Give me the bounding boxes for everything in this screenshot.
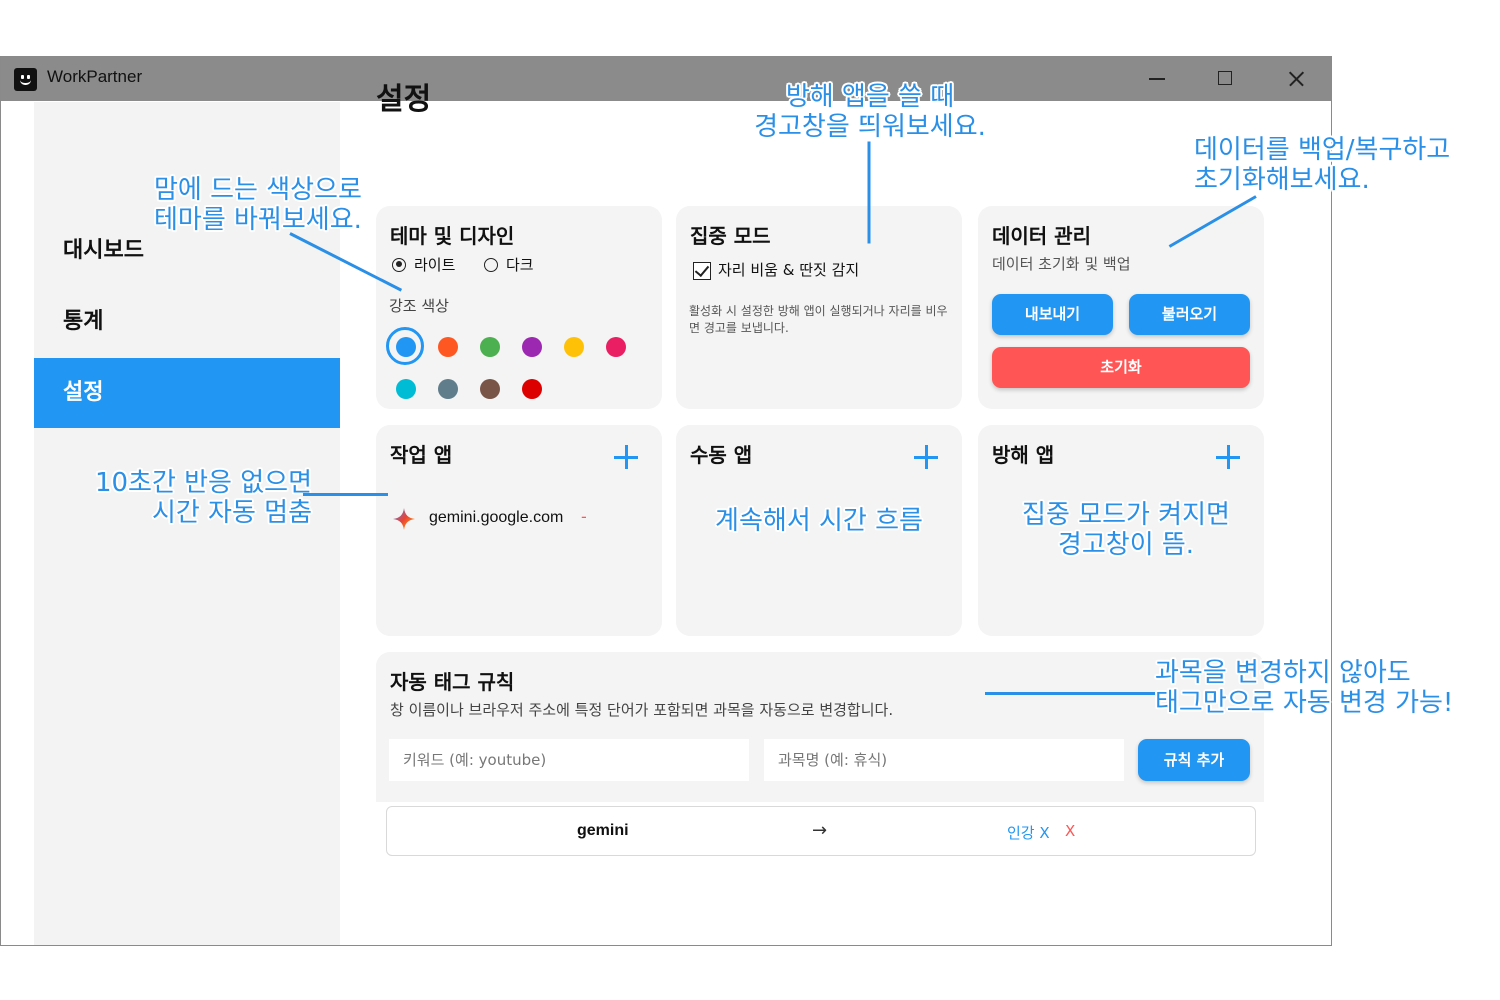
block-apps-title: 방해 앱 bbox=[992, 443, 1055, 467]
annotation-idle-line1: 10초간 반응 없으면 bbox=[94, 468, 312, 498]
data-card-subtitle: 데이터 초기화 및 백업 bbox=[992, 255, 1131, 273]
theme-dark-label: 다크 bbox=[506, 256, 534, 274]
title-bar[interactable]: WorkPartner bbox=[1, 57, 1331, 101]
annotation-data: 데이터를 백업/복구하고 초기화해보세요. bbox=[1194, 135, 1450, 195]
color-swatch[interactable] bbox=[564, 337, 584, 357]
accent-color-label: 강조 색상 bbox=[389, 297, 449, 315]
detect-checkbox-label: 자리 비움 & 딴짓 감지 bbox=[718, 261, 860, 279]
data-management-card: 데이터 관리 데이터 초기화 및 백업 내보내기 불러오기 초기화 bbox=[978, 206, 1264, 409]
data-card-title: 데이터 관리 bbox=[992, 224, 1091, 248]
reset-button[interactable]: 초기화 bbox=[992, 347, 1250, 388]
color-swatch[interactable] bbox=[606, 337, 626, 357]
work-app-item: gemini.google.com bbox=[429, 509, 564, 526]
theme-dark-option[interactable]: 다크 bbox=[484, 254, 534, 275]
annotation-idle-leader bbox=[303, 493, 388, 496]
annotation-focus-line2: 경고창을 띄워보세요. bbox=[754, 112, 986, 142]
annotation-manual: 계속해서 시간 흐름 bbox=[715, 506, 923, 536]
remove-work-app-button[interactable]: - bbox=[581, 507, 587, 526]
delete-rule-button[interactable]: X bbox=[1065, 822, 1075, 840]
color-swatch[interactable] bbox=[396, 379, 416, 399]
theme-card: 테마 및 디자인 라이트 다크 강조 색상 bbox=[376, 206, 662, 409]
gemini-sparkle-icon bbox=[393, 508, 415, 530]
work-apps-card: 작업 앱 gemini.google.com - bbox=[376, 425, 662, 636]
radio-selected-icon[interactable] bbox=[392, 257, 406, 272]
annotation-focus-leader bbox=[867, 141, 871, 244]
manual-apps-title: 수동 앱 bbox=[690, 443, 753, 467]
annotation-tag-line1: 과목을 변경하지 않아도 bbox=[1155, 658, 1411, 688]
rule-subject: 인강 X bbox=[1007, 824, 1050, 842]
annotation-block-line1: 집중 모드가 켜지면 bbox=[1022, 500, 1230, 530]
annotation-block-line2: 경고창이 뜸. bbox=[1057, 530, 1195, 560]
sidebar-item-stats[interactable]: 통계 bbox=[34, 287, 340, 357]
annotation-data-line1: 데이터를 백업/복구하고 bbox=[1194, 135, 1451, 165]
annotation-theme-line1: 맘에 드는 색상으로 bbox=[154, 175, 362, 205]
color-swatch[interactable] bbox=[438, 379, 458, 399]
focus-description: 활성화 시 설정한 방해 앱이 실행되거나 자리를 비우면 경고를 보냅니다. bbox=[689, 304, 948, 335]
export-button[interactable]: 내보내기 bbox=[992, 294, 1113, 335]
add-manual-app-icon[interactable] bbox=[914, 445, 938, 469]
minimize-icon[interactable] bbox=[1137, 63, 1177, 95]
window-title: WorkPartner bbox=[47, 67, 143, 86]
annotation-data-line2: 초기화해보세요. bbox=[1194, 165, 1370, 195]
sidebar-item-settings[interactable]: 설정 bbox=[34, 358, 340, 428]
arrow-right-icon: → bbox=[812, 820, 828, 841]
work-apps-title: 작업 앱 bbox=[390, 443, 453, 467]
theme-light-label: 라이트 bbox=[414, 256, 456, 274]
color-swatch[interactable] bbox=[522, 379, 542, 399]
color-swatch[interactable] bbox=[396, 337, 416, 357]
annotation-theme: 맘에 드는 색상으로 테마를 바꿔보세요. bbox=[154, 175, 362, 235]
theme-light-option[interactable]: 라이트 bbox=[392, 254, 455, 275]
annotation-tag-leader bbox=[985, 692, 1155, 695]
page-title: 설정 bbox=[376, 82, 432, 117]
annotation-theme-line2: 테마를 바꿔보세요. bbox=[154, 205, 362, 235]
close-icon[interactable] bbox=[1276, 63, 1316, 95]
color-swatch[interactable] bbox=[480, 379, 500, 399]
add-block-app-icon[interactable] bbox=[1216, 445, 1240, 469]
theme-card-title: 테마 및 디자인 bbox=[390, 224, 515, 248]
auto-tag-card: 자동 태그 규칙 창 이름이나 브라우저 주소에 특정 단어가 포함되면 과목을… bbox=[376, 652, 1264, 802]
annotation-focus-line1: 방해 앱을 쓸 때 bbox=[785, 82, 955, 112]
add-work-app-icon[interactable] bbox=[614, 445, 638, 469]
rule-keyword: gemini bbox=[577, 822, 629, 839]
add-rule-button[interactable]: 규칙 추가 bbox=[1138, 739, 1250, 781]
focus-mode-card: 집중 모드 자리 비움 & 딴짓 감지 활성화 시 설정한 방해 앱이 실행되거… bbox=[676, 206, 962, 409]
auto-tag-title: 자동 태그 규칙 bbox=[390, 670, 515, 694]
subject-input[interactable] bbox=[764, 739, 1124, 781]
annotation-tag-line2: 태그만으로 자동 변경 가능! bbox=[1155, 688, 1454, 718]
color-swatch[interactable] bbox=[522, 337, 542, 357]
detect-checkbox[interactable] bbox=[693, 262, 711, 280]
color-swatch[interactable] bbox=[480, 337, 500, 357]
color-swatch[interactable] bbox=[438, 337, 458, 357]
import-button[interactable]: 불러오기 bbox=[1129, 294, 1250, 335]
annotation-idle-line2: 시간 자동 멈춤 bbox=[151, 498, 312, 528]
focus-card-title: 집중 모드 bbox=[690, 224, 771, 248]
radio-unselected-icon[interactable] bbox=[484, 257, 498, 272]
annotation-idle: 10초간 반응 없으면 시간 자동 멈춤 bbox=[95, 468, 312, 528]
annotation-tag: 과목을 변경하지 않아도 태그만으로 자동 변경 가능! bbox=[1155, 658, 1453, 718]
keyword-input[interactable] bbox=[389, 739, 749, 781]
app-logo-icon bbox=[14, 68, 37, 91]
auto-tag-description: 창 이름이나 브라우저 주소에 특정 단어가 포함되면 과목을 자동으로 변경합… bbox=[390, 701, 894, 719]
annotation-block: 집중 모드가 켜지면 경고창이 뜸. bbox=[1022, 500, 1230, 560]
maximize-icon[interactable] bbox=[1205, 63, 1245, 95]
tag-rule-row: gemini → 인강 X X bbox=[386, 806, 1256, 856]
annotation-focus: 방해 앱을 쓸 때 경고창을 띄워보세요. bbox=[754, 82, 986, 142]
